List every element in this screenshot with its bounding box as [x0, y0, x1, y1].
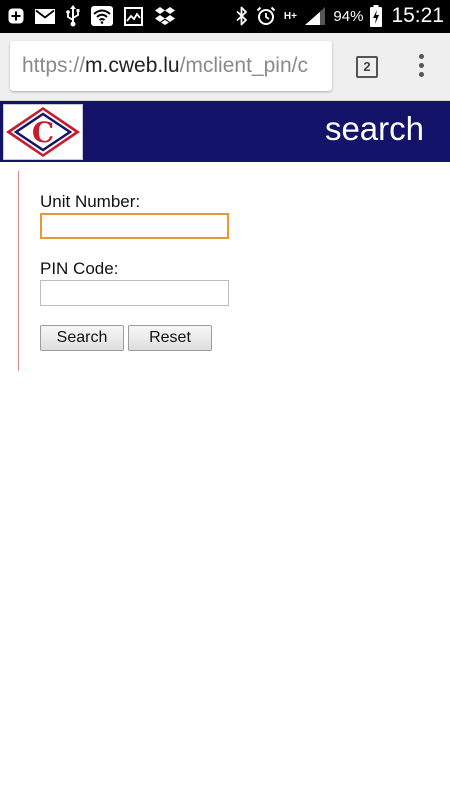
- url-host: m.cweb.lu: [85, 54, 180, 77]
- svg-text:C: C: [32, 116, 54, 149]
- more-vert-icon[interactable]: [412, 54, 430, 80]
- clock: 15:21: [391, 4, 444, 27]
- system-icons: H+ 94% 15:21: [235, 3, 444, 29]
- dropbox-icon: [154, 6, 176, 26]
- page-title: search: [324, 110, 424, 147]
- alarm-icon: [256, 6, 276, 26]
- tab-switcher-button[interactable]: 2: [356, 56, 378, 78]
- image-icon: [124, 6, 143, 26]
- battery-percent: 94%: [333, 7, 364, 25]
- network-type-icon: H+: [283, 10, 297, 22]
- status-bar: H+ 94% 15:21: [0, 0, 450, 33]
- pin-code-label: PIN Code:: [40, 259, 119, 278]
- search-button[interactable]: Search: [40, 325, 124, 351]
- address-bar[interactable]: https://m.cweb.lu/mclient_pin/c: [10, 41, 332, 91]
- reset-button[interactable]: Reset: [128, 325, 212, 351]
- site-header: C search: [0, 101, 450, 162]
- browser-toolbar: https://m.cweb.lu/mclient_pin/c 2: [0, 33, 450, 101]
- email-icon: [35, 8, 55, 24]
- pin-code-input[interactable]: [40, 280, 229, 306]
- url-path: /mclient_pin/c: [179, 54, 308, 77]
- unit-number-label: Unit Number:: [40, 192, 141, 211]
- battery-charging-icon: [370, 5, 383, 27]
- notification-icons: [8, 4, 176, 28]
- bluetooth-icon: [235, 6, 249, 26]
- company-logo[interactable]: C: [3, 104, 83, 160]
- usb-icon: [66, 5, 80, 27]
- signal-icon: [304, 6, 326, 26]
- unit-number-input[interactable]: [40, 213, 229, 239]
- add-icon: [8, 8, 24, 24]
- url-scheme: https://: [22, 54, 86, 77]
- wifi-icon: [91, 6, 113, 26]
- search-form: Unit Number: PIN Code: Search Reset: [18, 171, 318, 371]
